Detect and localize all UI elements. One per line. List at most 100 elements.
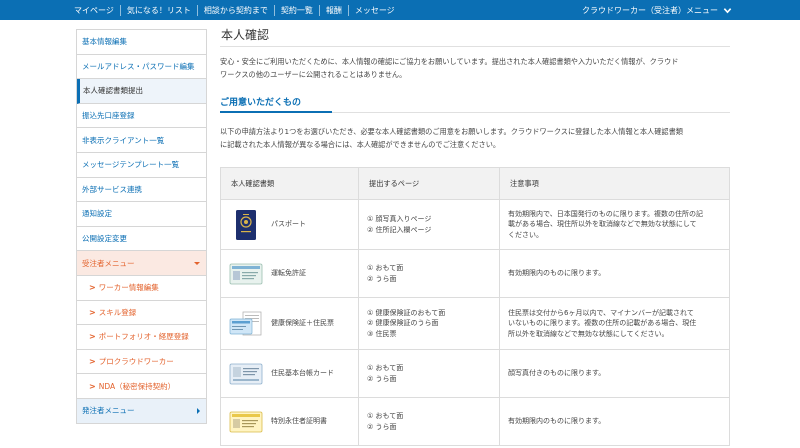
sidebar-subitem-portfolio[interactable]: > ポートフォリオ・経歴登録 (77, 325, 206, 350)
lead-line: に記載された本人情報が異なる場合には、本人確認ができませんのでご注意ください。 (220, 140, 501, 149)
sidebar-item-hidden-clients[interactable]: 非表示クライアント一覧 (77, 128, 206, 153)
sidebar-group-client-menu[interactable]: 発注者メニュー (77, 398, 206, 424)
top-nav: マイページ 気になる！リスト 相談から契約まで 契約一覧 報酬 メッセージ (0, 0, 401, 20)
intro-text: 安心・安全にご利用いただくために、本人情報の確認にご協力をお願いしています。提出… (220, 56, 730, 81)
chevron-right-icon: > (89, 332, 96, 342)
sidebar-subitem-pro-worker[interactable]: > プロクラウドワーカー (77, 349, 206, 375)
note-line: 有効期限内のものに限ります。 (508, 269, 606, 278)
user-menu-toggle[interactable]: クラウドワーカー（受注者）メニュー (582, 0, 732, 20)
sidebar-item-message-templates[interactable]: メッセージテンプレート一覧 (77, 152, 206, 178)
table-header-notes: 注意事項 (499, 167, 730, 200)
table-cell-doc: 運転免許証 (220, 249, 359, 298)
page-title: 本人確認 (220, 27, 730, 47)
table-cell-notes: 顔写真付きのものに限ります。 (499, 349, 730, 398)
table-header-doc: 本人確認書類 (220, 167, 359, 200)
page-item: ① おもて面 (367, 264, 404, 272)
chevron-right-icon: > (89, 307, 96, 317)
sidebar-item-notifications[interactable]: 通知設定 (77, 202, 206, 227)
page-item: ① おもて面 (367, 364, 404, 372)
doc-name: 住民基本台帳カード (271, 369, 334, 378)
section-title: ご用意いただくもの (220, 97, 730, 113)
table-cell-doc: 特別永住者証明書 (220, 397, 359, 446)
section-title-underline (220, 111, 332, 113)
documents-table: 本人確認書類 提出するページ 注意事項 パスポート ① 顔写真入りページ ② 住… (220, 167, 730, 446)
health-insurance-card-icon (229, 311, 262, 335)
intro-line: ワークスの他のユーザーに公開されることはありません。 (220, 69, 407, 79)
drivers-license-icon (229, 263, 263, 284)
caret-right-icon (197, 407, 200, 414)
table-row: 健康保険証＋住民票 ① 健康保険証のおもて面 ② 健康保険証のうら面 ③ 住民票… (220, 297, 730, 350)
note-line: いないものに限ります。複数の住所の記載がある場合、現住 (508, 319, 697, 328)
note-line: 載がある場合、現住所以外を取消線などで無効な状態にして (508, 220, 697, 229)
nav-rewards[interactable]: 報酬 (320, 4, 349, 16)
nav-mypage[interactable]: マイページ (68, 4, 121, 16)
sidebar-subitem-label: ポートフォリオ・経歴登録 (98, 332, 189, 342)
page-item: ② 健康保険証のうら面 (367, 319, 439, 328)
sidebar-subitem-label: ワーカー情報編集 (98, 283, 159, 293)
note-line: 顔写真付きのものに限ります。 (508, 369, 606, 378)
sidebar-item-bank-account[interactable]: 振込先口座登録 (77, 103, 206, 129)
settings-sidebar: 基本情報編集 メールアドレス・パスワード編集 本人確認書類提出 振込先口座登録 … (76, 29, 207, 424)
chevron-down-icon (723, 7, 732, 13)
table-cell-notes: 有効期限内で、日本国発行のものに限ります。複数の住所の記 載がある場合、現住所以… (499, 199, 730, 250)
table-header-row: 本人確認書類 提出するページ 注意事項 (220, 167, 730, 200)
permanent-resident-card-icon (229, 411, 263, 432)
nav-consult-to-contract[interactable]: 相談から契約まで (198, 4, 275, 16)
sidebar-group-worker-menu[interactable]: 受注者メニュー (77, 251, 206, 276)
main-content: 本人確認 安心・安全にご利用いただくために、本人情報の確認にご協力をお願いしてい… (220, 27, 730, 446)
table-cell-doc: 住民基本台帳カード (220, 349, 359, 398)
user-menu-label: クラウドワーカー（受注者）メニュー (582, 5, 718, 15)
nav-contracts[interactable]: 契約一覧 (275, 4, 320, 16)
table-row: 住民基本台帳カード ① おもて面 ② うら面 顔写真付きのものに限ります。 (220, 349, 730, 398)
sidebar-subitem-nda[interactable]: > NDA（秘密保持契約） (77, 374, 206, 399)
sidebar-group-label: 発注者メニュー (82, 406, 135, 416)
table-cell-pages: ① おもて面 ② うら面 (358, 397, 500, 446)
page-item: ② うら面 (367, 274, 397, 283)
doc-name: 特別永住者証明書 (271, 417, 327, 426)
sidebar-item-external-services[interactable]: 外部サービス連携 (77, 177, 206, 203)
doc-name: 運転免許証 (271, 269, 306, 278)
sidebar-subitem-label: プロクラウドワーカー (98, 357, 174, 367)
table-row: 特別永住者証明書 ① おもて面 ② うら面 有効期限内のものに限ります。 (220, 397, 730, 446)
resident-register-card-icon (229, 363, 263, 384)
doc-name: パスポート (271, 220, 306, 229)
table-cell-notes: 有効期限内のものに限ります。 (499, 397, 730, 446)
table-cell-pages: ① 顔写真入りページ ② 住所記入欄ページ (358, 199, 500, 250)
lead-text: 以下の申請方法より1つをお選びいただき、必要な本人確認書類のご用意をお願いします… (220, 125, 730, 151)
sidebar-subitem-skills[interactable]: > スキル登録 (77, 300, 206, 326)
chevron-right-icon: > (89, 357, 96, 367)
page-item: ① 健康保険証のおもて面 (367, 308, 446, 317)
table-cell-pages: ① 健康保険証のおもて面 ② 健康保険証のうら面 ③ 住民票 (358, 297, 500, 350)
sidebar-subitem-worker-info[interactable]: > ワーカー情報編集 (77, 275, 206, 301)
page-item: ① 顔写真入りページ (367, 215, 432, 223)
note-line: 住民票は交付から6ヶ月以内で、マイナンバーが記載されて (508, 308, 694, 317)
sidebar-item-basic-info[interactable]: 基本情報編集 (77, 30, 206, 55)
sidebar-subitem-label: スキル登録 (98, 307, 137, 317)
nav-messages[interactable]: メッセージ (349, 5, 401, 16)
page-item: ③ 住民票 (367, 329, 397, 338)
chevron-right-icon: > (89, 381, 96, 391)
section-title-label: ご用意いただくもの (220, 98, 302, 108)
table-cell-doc: 健康保険証＋住民票 (220, 297, 359, 350)
sidebar-item-identity-documents[interactable]: 本人確認書類提出 (77, 79, 206, 104)
table-row: 運転免許証 ① おもて面 ② うら面 有効期限内のものに限ります。 (220, 249, 730, 298)
sidebar-item-email-password[interactable]: メールアドレス・パスワード編集 (77, 54, 206, 80)
top-navigation-bar: マイページ 気になる！リスト 相談から契約まで 契約一覧 報酬 メッセージ クラ… (0, 0, 800, 20)
chevron-right-icon: > (89, 283, 96, 293)
passport-icon (236, 209, 256, 240)
nav-favorites[interactable]: 気になる！リスト (121, 4, 198, 16)
lead-line: 以下の申請方法より1つをお選びいただき、必要な本人確認書類のご用意をお願いします… (220, 127, 683, 136)
sidebar-subitem-label: NDA（秘密保持契約） (98, 381, 176, 391)
note-line: 有効期限内で、日本国発行のものに限ります。複数の住所の記 (508, 209, 704, 218)
table-cell-notes: 住民票は交付から6ヶ月以内で、マイナンバーが記載されて いないものに限ります。複… (499, 297, 730, 350)
sidebar-group-label: 受注者メニュー (82, 258, 135, 268)
note-line: 所以外を取消線などで無効な状態にしてください。 (508, 329, 669, 338)
table-row: パスポート ① 顔写真入りページ ② 住所記入欄ページ 有効期限内で、日本国発行… (220, 199, 730, 250)
table-header-pages: 提出するページ (358, 167, 500, 200)
doc-name: 健康保険証＋住民票 (271, 319, 334, 328)
note-line: 有効期限内のものに限ります。 (508, 417, 606, 426)
table-cell-notes: 有効期限内のものに限ります。 (499, 249, 730, 298)
caret-down-icon (194, 261, 200, 265)
sidebar-item-visibility[interactable]: 公開設定変更 (77, 226, 206, 252)
intro-line: 安心・安全にご利用いただくために、本人情報の確認にご協力をお願いしています。提出… (220, 57, 679, 66)
